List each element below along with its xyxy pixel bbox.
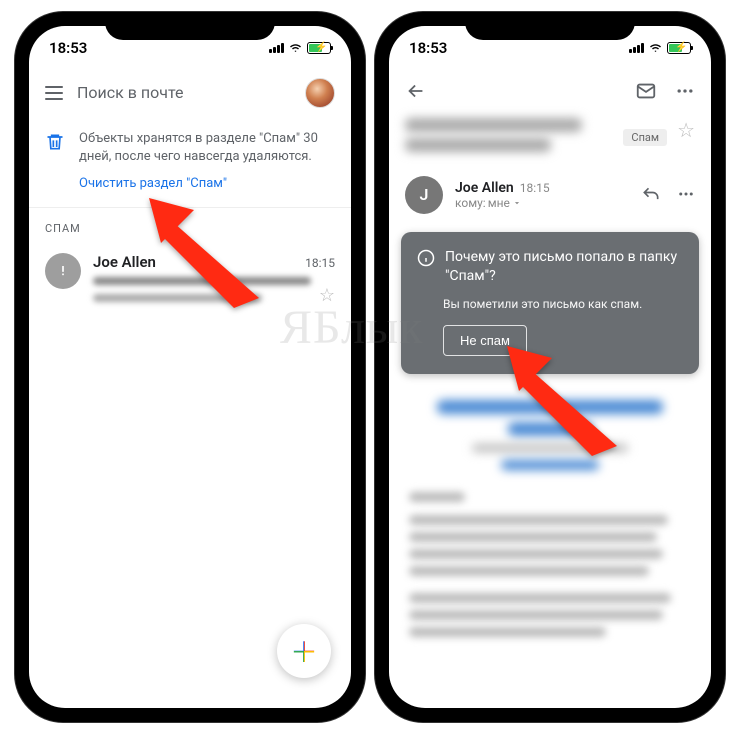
clear-spam-link[interactable]: Очистить раздел "Спам"	[79, 176, 335, 191]
search-input[interactable]: Поиск в почте	[77, 83, 291, 102]
not-spam-button[interactable]: Не спам	[443, 325, 527, 356]
battery-icon: ⚡	[667, 42, 691, 54]
blurred-email-body	[389, 380, 711, 664]
phone-left: 18:53 ⚡ Поиск в почте Объекты хранятся в…	[15, 12, 365, 722]
sender-row[interactable]: J Joe Allen 18:15 кому: мне	[389, 172, 711, 226]
reply-icon[interactable]	[641, 185, 661, 205]
sender-time: 18:15	[520, 181, 550, 195]
sender-avatar: J	[405, 176, 443, 214]
spam-card-title: Почему это письмо попало в папку "Спам"?	[445, 248, 683, 287]
mail-item[interactable]: Joe Allen 18:15 ☆	[29, 243, 351, 316]
phone-right: 18:53 ⚡ Спам ☆ J Joe Al	[375, 12, 725, 722]
account-avatar[interactable]	[305, 78, 335, 108]
back-icon[interactable]	[405, 80, 427, 102]
spam-chip: Спам	[623, 129, 667, 146]
more-icon[interactable]	[675, 81, 695, 101]
trash-icon	[45, 132, 65, 191]
status-indicators: ⚡	[269, 42, 331, 54]
to-prefix: кому:	[455, 196, 486, 210]
star-icon[interactable]: ☆	[319, 285, 335, 306]
compose-fab[interactable]: ＋	[277, 624, 331, 678]
blurred-subject	[405, 118, 613, 158]
spam-badge-icon	[45, 253, 81, 289]
spam-card-sub: Вы пометили это письмо как спам.	[443, 297, 683, 311]
signal-icon	[269, 43, 284, 53]
nav-bar	[389, 70, 711, 112]
spam-info-card: Почему это письмо попало в папку "Спам"?…	[401, 232, 699, 374]
notch	[465, 12, 635, 40]
star-icon[interactable]: ☆	[677, 118, 695, 142]
info-icon	[417, 249, 435, 267]
status-indicators: ⚡	[629, 42, 691, 54]
mail-body: Joe Allen 18:15 ☆	[93, 253, 335, 306]
wifi-icon	[648, 42, 663, 54]
screen-left: 18:53 ⚡ Поиск в почте Объекты хранятся в…	[29, 26, 351, 708]
mail-icon[interactable]	[635, 80, 657, 102]
spam-notice: Объекты хранятся в разделе "Спам" 30 дне…	[29, 116, 351, 208]
mail-sender: Joe Allen	[93, 253, 156, 271]
notice-text: Объекты хранятся в разделе "Спам" 30 дне…	[79, 130, 335, 166]
to-value: мне	[488, 196, 510, 210]
chevron-down-icon[interactable]	[512, 198, 522, 208]
battery-icon: ⚡	[307, 42, 331, 54]
subject-row: Спам ☆	[389, 112, 711, 172]
screen-right: 18:53 ⚡ Спам ☆ J Joe Al	[389, 26, 711, 708]
blurred-preview	[93, 294, 262, 302]
blurred-subject	[93, 277, 311, 285]
status-time: 18:53	[49, 39, 87, 57]
section-label: СПАМ	[29, 208, 351, 243]
mail-time: 18:15	[305, 256, 335, 270]
notch	[105, 12, 275, 40]
search-bar[interactable]: Поиск в почте	[29, 70, 351, 116]
more-icon[interactable]	[677, 185, 695, 203]
sender-name: Joe Allen	[455, 180, 514, 196]
signal-icon	[629, 43, 644, 53]
menu-icon[interactable]	[45, 86, 63, 100]
wifi-icon	[288, 42, 303, 54]
plus-icon: ＋	[290, 631, 318, 671]
status-time: 18:53	[409, 39, 447, 57]
